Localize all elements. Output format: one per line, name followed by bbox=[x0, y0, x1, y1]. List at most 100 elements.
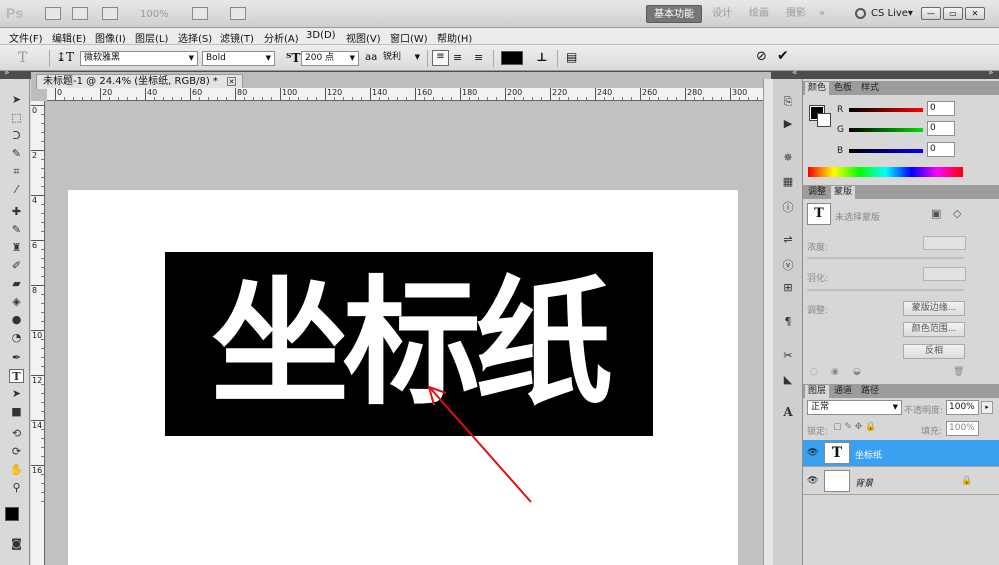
color-ramp[interactable] bbox=[808, 167, 963, 177]
foreground-color-swatch[interactable] bbox=[5, 507, 19, 521]
menu-window[interactable]: 窗口(W) bbox=[390, 30, 428, 45]
path-selection-tool-icon[interactable]: ➤ bbox=[9, 387, 24, 401]
cs-live-menu[interactable]: CS Live▾ bbox=[871, 8, 913, 19]
menu-edit[interactable]: 编辑(E) bbox=[52, 30, 86, 45]
collapse-icon[interactable]: « bbox=[792, 68, 798, 78]
collapse-icon[interactable]: » bbox=[988, 68, 994, 78]
menu-analysis[interactable]: 分析(A) bbox=[264, 30, 299, 45]
clone-source-panel-icon[interactable]: ⓥ bbox=[780, 257, 796, 272]
menu-select[interactable]: 选择(S) bbox=[178, 30, 212, 45]
fill-field[interactable]: 100% bbox=[946, 421, 979, 436]
font-size-select[interactable]: 200 点 ▼ bbox=[301, 51, 359, 66]
history-panel-icon[interactable]: ⎘ bbox=[780, 95, 796, 109]
zoom-level[interactable]: 100% bbox=[140, 9, 169, 20]
font-family-select[interactable]: 微软雅黑 ▼ bbox=[80, 51, 198, 66]
minibridge-icon[interactable] bbox=[72, 7, 88, 20]
menu-image[interactable]: 图像(I) bbox=[95, 30, 126, 45]
opacity-slider-icon[interactable]: ▸ bbox=[981, 401, 993, 414]
tab-swatches[interactable]: 色板 bbox=[831, 82, 855, 95]
brush-tool-icon[interactable]: ✎ bbox=[9, 223, 24, 237]
restore-button[interactable]: ▭ bbox=[943, 7, 963, 20]
tool-presets-panel-icon[interactable]: ⊞ bbox=[780, 281, 796, 295]
collapse-icon[interactable]: » bbox=[4, 68, 10, 78]
close-button[interactable]: ✕ bbox=[965, 7, 985, 20]
actions-panel-icon[interactable]: ▶ bbox=[780, 117, 796, 131]
crop-tool-icon[interactable]: ⌗ bbox=[9, 165, 24, 179]
menu-help[interactable]: 帮助(H) bbox=[437, 30, 472, 45]
blur-tool-icon[interactable]: ● bbox=[9, 313, 24, 327]
hand-tool-icon[interactable]: ✋ bbox=[9, 463, 24, 477]
mask-edge-button[interactable]: 蒙版边缘... bbox=[903, 301, 965, 316]
font-style-select[interactable]: Bold ▼ bbox=[202, 51, 275, 66]
invert-button[interactable]: 反相 bbox=[903, 344, 965, 359]
commit-icon[interactable]: ✔ bbox=[777, 48, 789, 64]
type-tool-preset-icon[interactable]: T bbox=[18, 50, 27, 66]
menu-filter[interactable]: 滤镜(T) bbox=[220, 30, 254, 45]
tab-adjustments[interactable]: 调整 bbox=[805, 186, 829, 199]
character-panel-icon[interactable]: ▤ bbox=[566, 50, 577, 64]
layer-row[interactable]: 👁 背景 🔒 bbox=[803, 468, 999, 495]
layer-row[interactable]: 👁 T 坐标纸 bbox=[803, 440, 999, 467]
blue-slider[interactable] bbox=[849, 149, 923, 153]
canvas-pasteboard[interactable]: 坐标纸 bbox=[46, 102, 771, 565]
visibility-eye-icon[interactable]: 👁 bbox=[807, 476, 818, 486]
pen-tool-icon[interactable]: ✒ bbox=[9, 351, 24, 365]
info-panel-icon[interactable]: ⓘ bbox=[780, 199, 796, 214]
eraser-tool-icon[interactable]: ▰ bbox=[9, 277, 24, 291]
quick-mask-icon[interactable]: ◙ bbox=[9, 537, 24, 551]
tab-masks[interactable]: 蒙版 bbox=[831, 186, 856, 199]
workspace-photography[interactable]: 摄影 bbox=[779, 5, 813, 23]
marquee-tool-icon[interactable]: ⬚ bbox=[9, 111, 24, 125]
extras-icon[interactable] bbox=[102, 7, 118, 20]
tab-layers[interactable]: 图层 bbox=[805, 385, 830, 398]
3d-rotate-tool-icon[interactable]: ⟲ bbox=[9, 427, 24, 441]
align-left-icon[interactable]: ≡ bbox=[432, 50, 449, 66]
feather-slider[interactable] bbox=[807, 289, 964, 291]
menu-3d[interactable]: 3D(D) bbox=[306, 30, 336, 41]
workspace-essentials[interactable]: 基本功能 bbox=[646, 5, 702, 23]
document-scrollbar[interactable] bbox=[763, 79, 773, 565]
tab-channels[interactable]: 通道 bbox=[831, 385, 855, 398]
move-tool-icon[interactable]: ➤ bbox=[9, 93, 24, 107]
minimize-button[interactable]: — bbox=[921, 7, 941, 20]
apply-mask-icon[interactable]: ◒ bbox=[853, 367, 861, 377]
density-slider[interactable] bbox=[807, 257, 964, 259]
opacity-field[interactable]: 100% bbox=[946, 400, 979, 415]
workspace-painting[interactable]: 绘画 bbox=[742, 5, 776, 23]
align-center-icon[interactable]: ≡ bbox=[453, 51, 462, 64]
view-mask-icon[interactable]: ◉ bbox=[831, 367, 839, 377]
dodge-tool-icon[interactable]: ◔ bbox=[9, 331, 24, 345]
character-panel-icon[interactable]: A bbox=[780, 405, 796, 419]
quick-selection-tool-icon[interactable]: ✎ bbox=[9, 147, 24, 161]
navigator-panel-icon[interactable]: ✵ bbox=[780, 151, 796, 165]
visibility-eye-icon[interactable]: 👁 bbox=[807, 448, 818, 458]
bridge-icon[interactable] bbox=[45, 7, 61, 20]
histogram-panel-icon[interactable]: ▦ bbox=[780, 175, 796, 189]
vector-mask-icon[interactable]: ◇ bbox=[953, 207, 961, 220]
warp-text-icon[interactable]: ⊥ bbox=[536, 50, 548, 64]
3d-panel-icon[interactable]: ✂ bbox=[780, 349, 796, 363]
paint-bucket-tool-icon[interactable]: ◈ bbox=[9, 295, 24, 309]
document-tab[interactable]: 未标题-1 @ 24.4% (坐标纸, RGB/8) * ✕ bbox=[36, 74, 244, 89]
healing-brush-tool-icon[interactable]: ✚ bbox=[9, 205, 24, 219]
red-value[interactable]: 0 bbox=[927, 101, 955, 116]
menu-file[interactable]: 文件(F) bbox=[9, 30, 43, 45]
color-range-button[interactable]: 颜色范围... bbox=[903, 322, 965, 337]
tab-color[interactable]: 颜色 bbox=[805, 82, 830, 95]
blue-value[interactable]: 0 bbox=[927, 142, 955, 157]
screen-mode-icon[interactable] bbox=[230, 7, 246, 20]
lasso-tool-icon[interactable]: ᑐ bbox=[9, 129, 24, 143]
align-right-icon[interactable]: ≡ bbox=[474, 51, 483, 64]
green-value[interactable]: 0 bbox=[927, 121, 955, 136]
workspace-more[interactable]: » bbox=[812, 5, 832, 23]
zoom-tool-icon[interactable]: ⚲ bbox=[9, 481, 24, 495]
density-field[interactable] bbox=[923, 236, 966, 250]
pixel-mask-icon[interactable]: ▣ bbox=[931, 207, 941, 220]
close-tab-icon[interactable]: ✕ bbox=[227, 77, 237, 86]
feather-field[interactable] bbox=[923, 267, 966, 281]
paragraph-panel-icon[interactable]: ¶ bbox=[780, 315, 796, 329]
brush-presets-panel-icon[interactable]: ⇌ bbox=[780, 233, 796, 247]
background-color-swatch[interactable] bbox=[817, 113, 831, 127]
tab-paths[interactable]: 路径 bbox=[858, 385, 882, 398]
text-color-swatch[interactable] bbox=[501, 51, 523, 65]
